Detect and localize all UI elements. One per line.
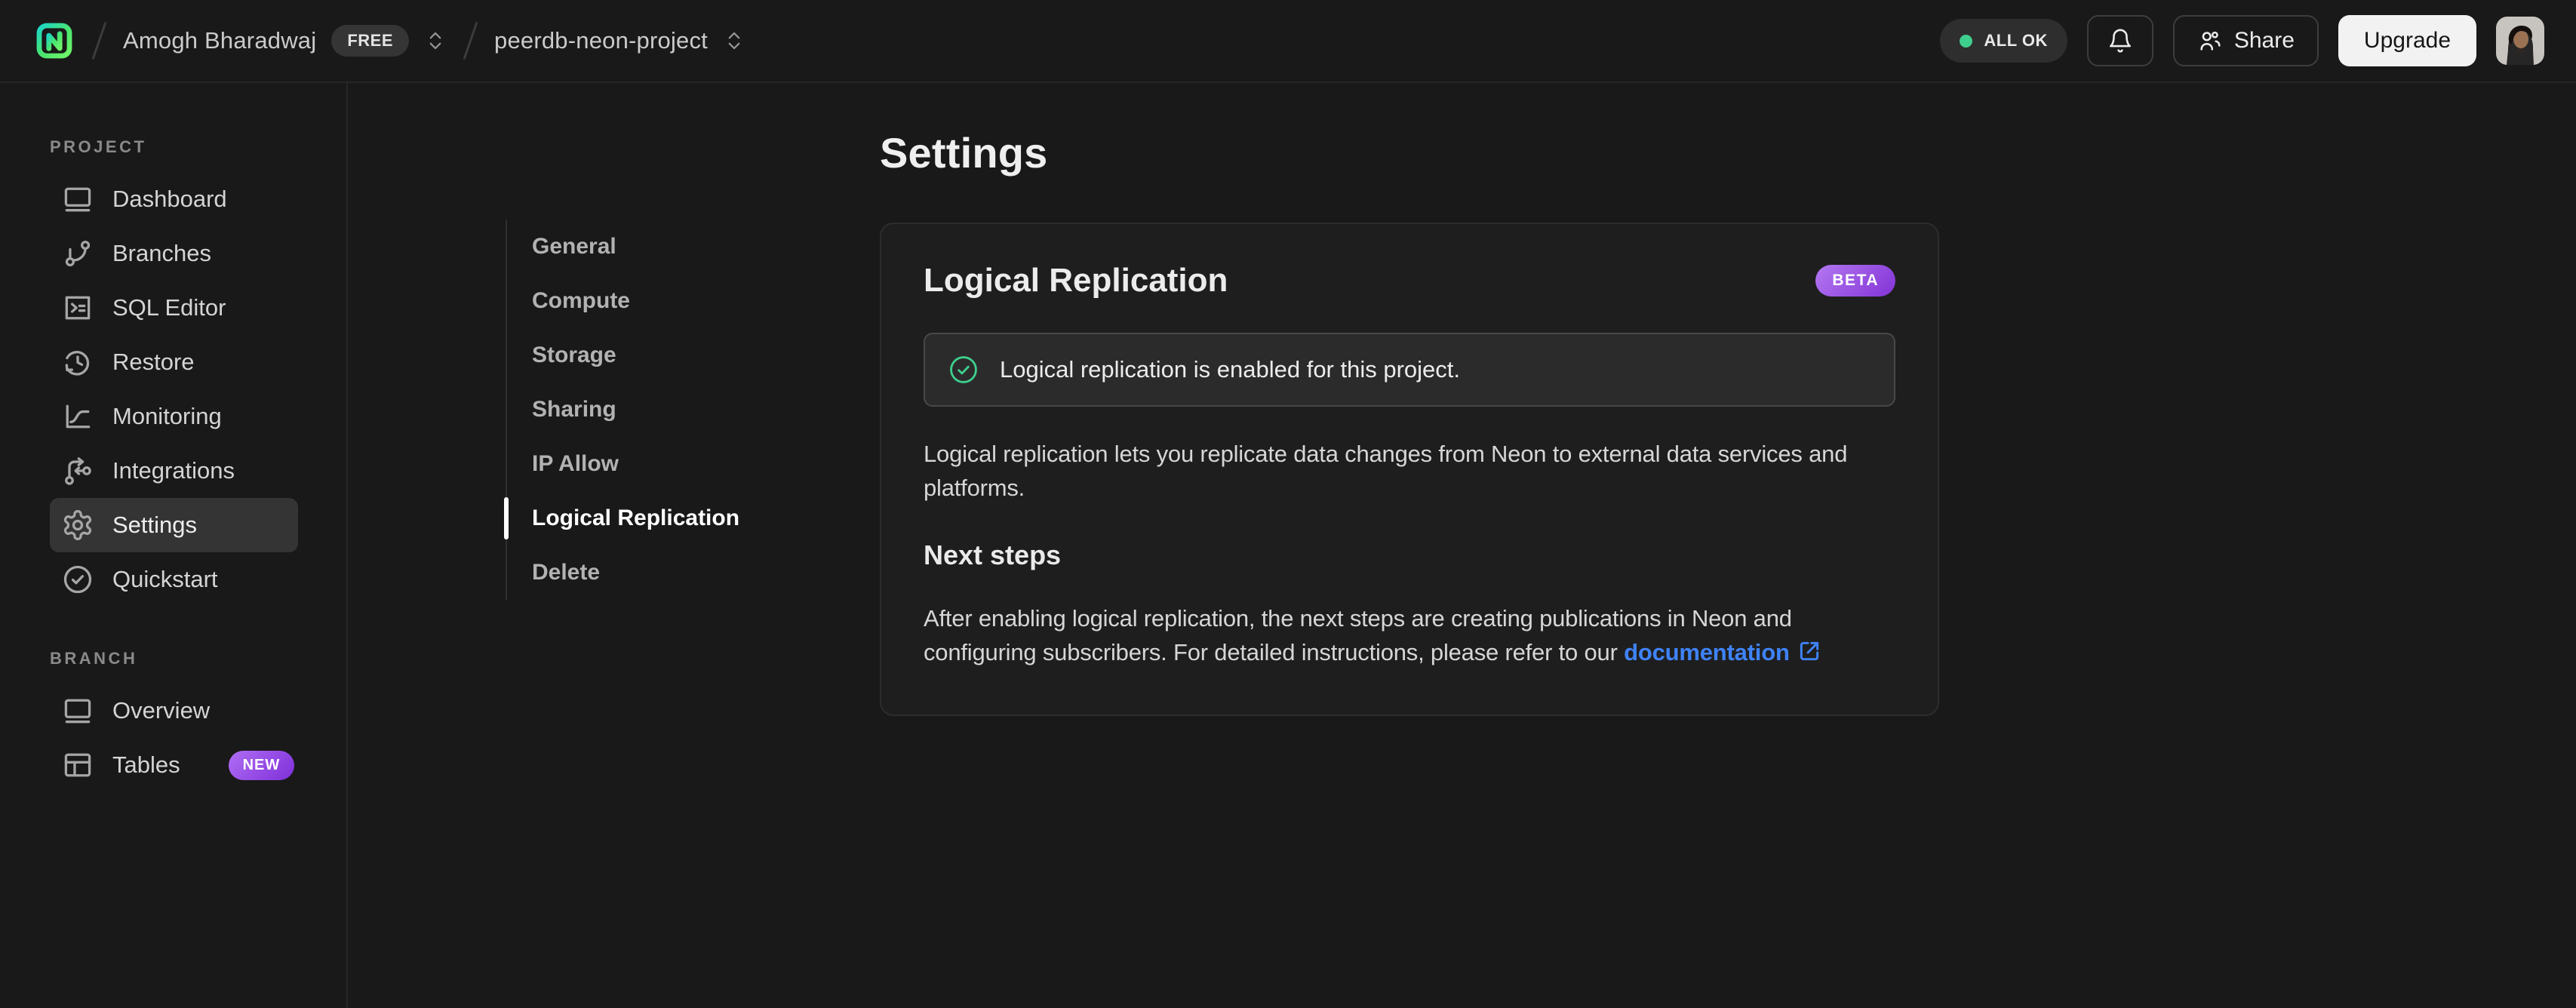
sidebar-item-label: Dashboard	[112, 186, 227, 212]
sidebar-item-label: Integrations	[112, 457, 235, 484]
card-header: Logical Replication BETA	[924, 262, 1895, 300]
sidebar-item-label: Settings	[112, 512, 198, 538]
external-link-icon	[1797, 639, 1821, 663]
logical-replication-card: Logical Replication BETA Logical replica…	[880, 223, 1939, 716]
check-circle-icon	[61, 563, 94, 596]
sidebar-item-sql-editor[interactable]: SQL Editor	[50, 281, 298, 335]
next-steps-title: Next steps	[924, 539, 1062, 570]
settings-panel: Settings Logical Replication BETA Logica…	[880, 128, 1939, 716]
sidebar-item-label: Tables	[112, 751, 180, 778]
org-name: Amogh Bharadwaj	[123, 27, 317, 54]
avatar[interactable]	[2496, 17, 2544, 65]
breadcrumb-project: peerdb-neon-project	[494, 27, 745, 54]
success-banner: Logical replication is enabled for this …	[924, 333, 1895, 407]
chart-icon	[61, 400, 94, 433]
sidebar-item-label: Monitoring	[112, 403, 222, 429]
org-switcher-button[interactable]	[424, 29, 447, 52]
notifications-button[interactable]	[2086, 15, 2153, 66]
status-label: ALL OK	[1984, 31, 2048, 50]
sidebar-item-settings[interactable]: Settings	[50, 498, 298, 552]
sidebar-item-monitoring[interactable]: Monitoring	[50, 389, 298, 444]
sidebar-item-label: Quickstart	[112, 566, 218, 592]
users-icon	[2197, 28, 2223, 54]
sidebar-item-label: SQL Editor	[112, 294, 226, 321]
sidebar-section-branch: BRANCH	[50, 649, 138, 668]
sidebar-item-tables[interactable]: Tables NEW	[50, 738, 298, 792]
sidebar-item-label: Branches	[112, 240, 211, 266]
subnav-item-logical-replication[interactable]: Logical Replication	[504, 491, 792, 545]
subnav-item-sharing[interactable]: Sharing	[507, 383, 792, 437]
history-icon	[61, 346, 94, 379]
upgrade-button[interactable]: Upgrade	[2338, 15, 2476, 66]
banner-text: Logical replication is enabled for this …	[1000, 356, 1461, 383]
breadcrumb-org: Amogh Bharadwaj FREE	[123, 25, 447, 57]
sidebar: PROJECT Dashboard Branches SQL Editor Re…	[0, 83, 348, 1008]
neon-logo-icon[interactable]	[33, 20, 75, 62]
subnav-item-general[interactable]: General	[507, 220, 792, 274]
share-button[interactable]: Share	[2172, 15, 2319, 66]
dashboard-icon	[61, 183, 94, 216]
breadcrumb-divider	[91, 21, 107, 60]
sidebar-item-restore[interactable]: Restore	[50, 335, 298, 389]
breadcrumb-divider	[463, 21, 478, 60]
sidebar-item-integrations[interactable]: Integrations	[50, 444, 298, 498]
subnav-item-ip-allow[interactable]: IP Allow	[507, 437, 792, 491]
beta-badge: BETA	[1815, 265, 1895, 297]
page-title: Settings	[880, 129, 1048, 177]
subnav-item-delete[interactable]: Delete	[507, 545, 792, 600]
bell-icon	[2107, 28, 2133, 54]
sidebar-item-label: Overview	[112, 697, 211, 724]
gear-icon	[61, 509, 94, 542]
window-icon	[61, 694, 94, 727]
app-shell: PROJECT Dashboard Branches SQL Editor Re…	[0, 83, 2576, 1008]
status-badge[interactable]: ALL OK	[1940, 19, 2067, 63]
documentation-link[interactable]: documentation	[1624, 639, 1790, 665]
sidebar-item-branches[interactable]: Branches	[50, 226, 298, 281]
terminal-icon	[61, 291, 94, 324]
status-dot-icon	[1960, 34, 1973, 48]
table-icon	[61, 748, 94, 782]
top-bar: Amogh Bharadwaj FREE peerdb-neon-project…	[0, 0, 2576, 83]
settings-subnav: General Compute Storage Sharing IP Allow…	[504, 220, 792, 600]
new-badge: NEW	[228, 750, 295, 780]
main-content: General Compute Storage Sharing IP Allow…	[348, 83, 2576, 1008]
sidebar-item-overview[interactable]: Overview	[50, 684, 298, 738]
next-steps-text: After enabling logical replication, the …	[924, 601, 1889, 669]
sidebar-item-quickstart[interactable]: Quickstart	[50, 552, 298, 607]
share-label: Share	[2233, 28, 2295, 53]
route-icon	[61, 454, 94, 487]
description-text: Logical replication lets you replicate d…	[924, 441, 1848, 501]
sidebar-section-project: PROJECT	[50, 137, 147, 156]
check-circle-icon	[948, 354, 979, 386]
sidebar-item-label: Restore	[112, 349, 195, 375]
project-name: peerdb-neon-project	[494, 27, 708, 54]
project-switcher-button[interactable]	[723, 29, 745, 52]
git-branch-icon	[61, 237, 94, 270]
subnav-item-storage[interactable]: Storage	[507, 328, 792, 383]
subnav-item-compute[interactable]: Compute	[507, 274, 792, 328]
plan-badge: FREE	[331, 25, 410, 57]
topbar-actions: ALL OK Share Upgrade	[1940, 15, 2544, 66]
sidebar-item-dashboard[interactable]: Dashboard	[50, 172, 298, 226]
card-title: Logical Replication	[924, 262, 1228, 299]
